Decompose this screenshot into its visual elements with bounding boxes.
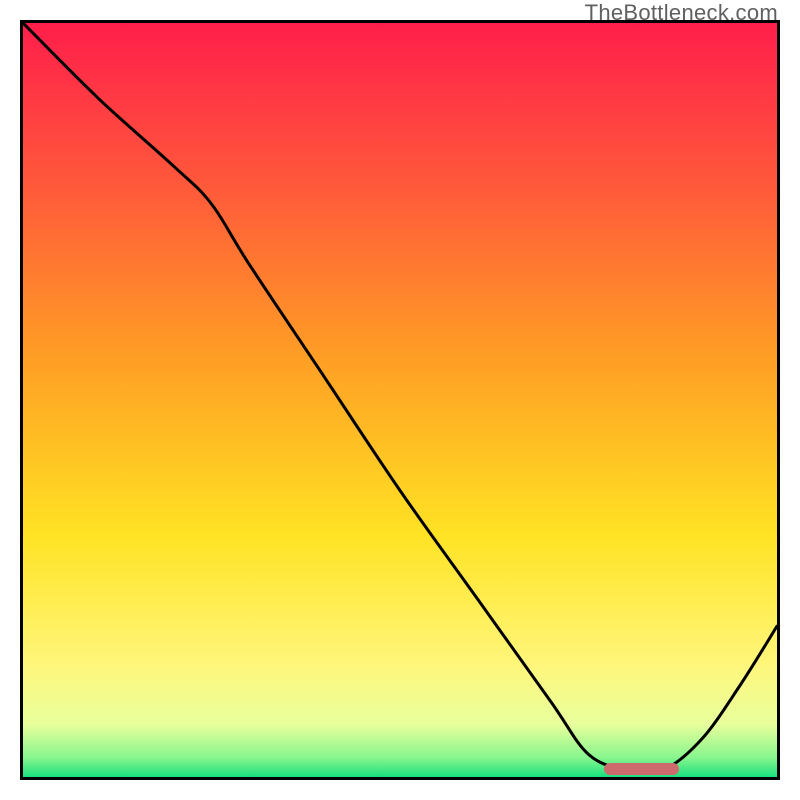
- gradient-background: [23, 23, 777, 777]
- optimal-range-marker: [604, 763, 679, 775]
- bottleneck-chart: TheBottleneck.com: [0, 0, 800, 800]
- plot-area: [20, 20, 780, 780]
